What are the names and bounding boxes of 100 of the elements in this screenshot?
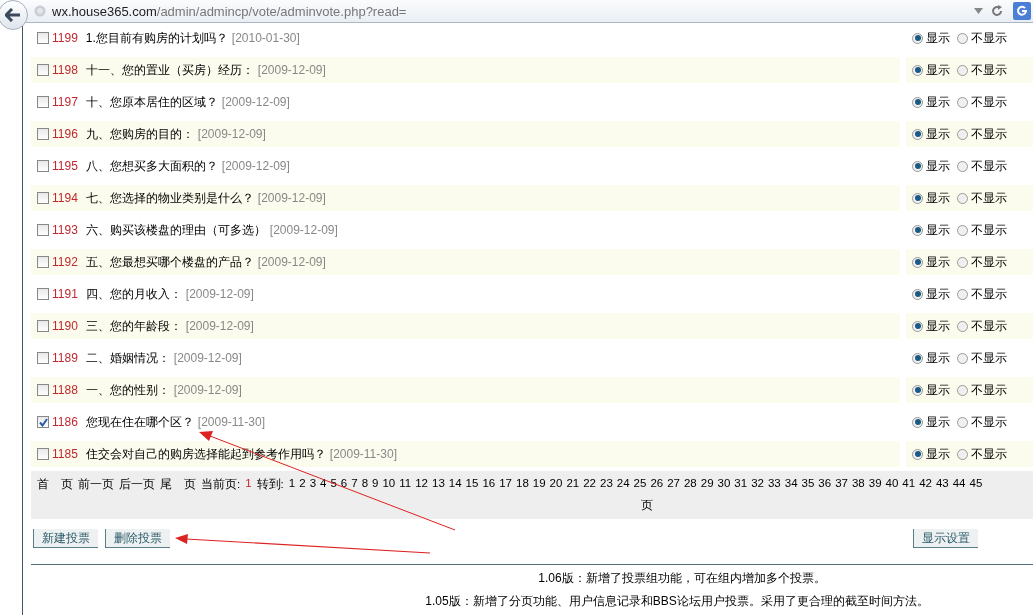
page-link[interactable]: 35 (801, 477, 815, 492)
radio-button[interactable] (957, 384, 968, 396)
page-link[interactable]: 9 (372, 477, 379, 492)
checkbox[interactable] (37, 448, 49, 460)
page-link[interactable]: 42 (919, 477, 932, 492)
page-link[interactable]: 15 (465, 477, 479, 492)
radio-button[interactable] (957, 448, 968, 460)
radio-button[interactable] (912, 128, 923, 140)
checkbox[interactable] (37, 224, 49, 236)
checkbox[interactable] (37, 352, 49, 364)
radio-button[interactable] (957, 416, 968, 428)
page-link[interactable]: 41 (902, 477, 916, 492)
radio-button[interactable] (957, 256, 968, 268)
page-link[interactable]: 3 (309, 477, 317, 492)
page-link[interactable]: 38 (851, 477, 865, 492)
page-link[interactable]: 25 (633, 477, 647, 492)
page-link[interactable]: 19 (532, 477, 546, 492)
radio-button[interactable] (912, 160, 923, 172)
pager-link[interactable]: 尾 页 (160, 477, 196, 492)
checkbox[interactable] (37, 416, 49, 428)
page-link[interactable]: 43 (935, 477, 949, 492)
checkbox[interactable] (37, 320, 49, 332)
dropdown-icon[interactable] (974, 8, 983, 14)
page-link[interactable]: 27 (667, 477, 680, 492)
page-link[interactable]: 30 (717, 477, 731, 492)
page-link[interactable]: 1 (288, 477, 296, 492)
radio-button[interactable] (957, 288, 968, 300)
vote-title[interactable]: 十一、您的置业（买房）经历： (85, 61, 254, 79)
page-link[interactable]: 40 (885, 477, 899, 492)
page-link[interactable]: 45 (969, 477, 983, 492)
radio-button[interactable] (957, 224, 968, 236)
checkbox[interactable] (37, 64, 49, 76)
page-link[interactable]: 4 (320, 477, 327, 492)
vote-title[interactable]: 十、您原本居住的区域？ (85, 93, 218, 111)
page-link[interactable]: 24 (616, 477, 630, 492)
page-link[interactable]: 20 (549, 477, 563, 492)
vote-title[interactable]: 七、您选择的物业类别是什么？ (85, 189, 254, 207)
page-link[interactable]: 11 (399, 477, 412, 492)
page-link[interactable]: 18 (516, 477, 529, 492)
page-link[interactable]: 32 (751, 477, 764, 492)
vote-title[interactable]: 住交会对自己的购房选择能起到参考作用吗？ (85, 445, 326, 463)
vote-title[interactable]: 九、您购房的目的： (85, 125, 194, 143)
radio-button[interactable] (912, 256, 923, 268)
page-link[interactable]: 6 (340, 477, 348, 492)
page-link[interactable]: 23 (600, 477, 613, 492)
radio-button[interactable] (912, 320, 923, 332)
page-link[interactable]: 22 (583, 477, 596, 492)
vote-title[interactable]: 五、您最想买哪个楼盘的产品？ (85, 253, 254, 271)
vote-title[interactable]: 1.您目前有购房的计划吗？ (85, 29, 228, 47)
page-link[interactable]: 36 (818, 477, 832, 492)
checkbox[interactable] (37, 288, 49, 300)
back-button[interactable] (0, 0, 28, 30)
checkbox[interactable] (37, 32, 49, 44)
page-link[interactable]: 34 (784, 477, 798, 492)
pager-link[interactable]: 后一页 (119, 477, 155, 492)
page-link[interactable]: 37 (835, 477, 848, 492)
checkbox[interactable] (37, 160, 49, 172)
vote-title[interactable]: 六、购买该楼盘的理由（可多选） (85, 221, 266, 239)
page-link[interactable]: 21 (566, 477, 580, 492)
page-link[interactable]: 8 (361, 477, 369, 492)
reload-icon[interactable] (991, 5, 1003, 17)
checkbox[interactable] (37, 384, 49, 396)
radio-button[interactable] (912, 32, 923, 44)
action-button[interactable]: 新建投票 (33, 529, 98, 548)
page-link[interactable]: 10 (382, 477, 396, 492)
page-link[interactable]: 29 (700, 477, 714, 492)
pager-link[interactable]: 首 页 (37, 477, 73, 492)
radio-button[interactable] (912, 352, 923, 364)
radio-button[interactable] (957, 160, 968, 172)
vote-title[interactable]: 八、您想买多大面积的？ (85, 157, 218, 175)
page-link[interactable]: 17 (499, 477, 512, 492)
checkbox[interactable] (37, 128, 49, 140)
page-link[interactable]: 26 (650, 477, 664, 492)
radio-button[interactable] (912, 192, 923, 204)
radio-button[interactable] (912, 384, 923, 396)
checkbox[interactable] (37, 256, 49, 268)
page-link[interactable]: 14 (448, 477, 462, 492)
pager-link[interactable]: 前一页 (78, 477, 114, 492)
page-link[interactable]: 39 (868, 477, 882, 492)
radio-button[interactable] (957, 32, 968, 44)
vote-title[interactable]: 一、您的性别： (85, 381, 170, 399)
action-button[interactable]: 删除投票 (105, 529, 170, 548)
radio-button[interactable] (957, 128, 968, 140)
display-settings-button[interactable]: 显示设置 (913, 529, 978, 548)
vote-title[interactable]: 四、您的月收入： (85, 285, 182, 303)
page-link[interactable]: 13 (432, 477, 445, 492)
radio-button[interactable] (957, 96, 968, 108)
checkbox[interactable] (37, 192, 49, 204)
radio-button[interactable] (912, 416, 923, 428)
radio-button[interactable] (912, 448, 923, 460)
page-link[interactable]: 33 (767, 477, 781, 492)
radio-button[interactable] (912, 64, 923, 76)
page-link[interactable]: 2 (299, 477, 306, 492)
radio-button[interactable] (912, 224, 923, 236)
page-link[interactable]: 7 (351, 477, 358, 492)
page-link[interactable]: 28 (683, 477, 697, 492)
vote-title[interactable]: 二、婚姻情况： (85, 349, 170, 367)
vote-title[interactable]: 三、您的年龄段： (85, 317, 182, 335)
radio-button[interactable] (957, 192, 968, 204)
page-link[interactable]: 31 (734, 477, 748, 492)
